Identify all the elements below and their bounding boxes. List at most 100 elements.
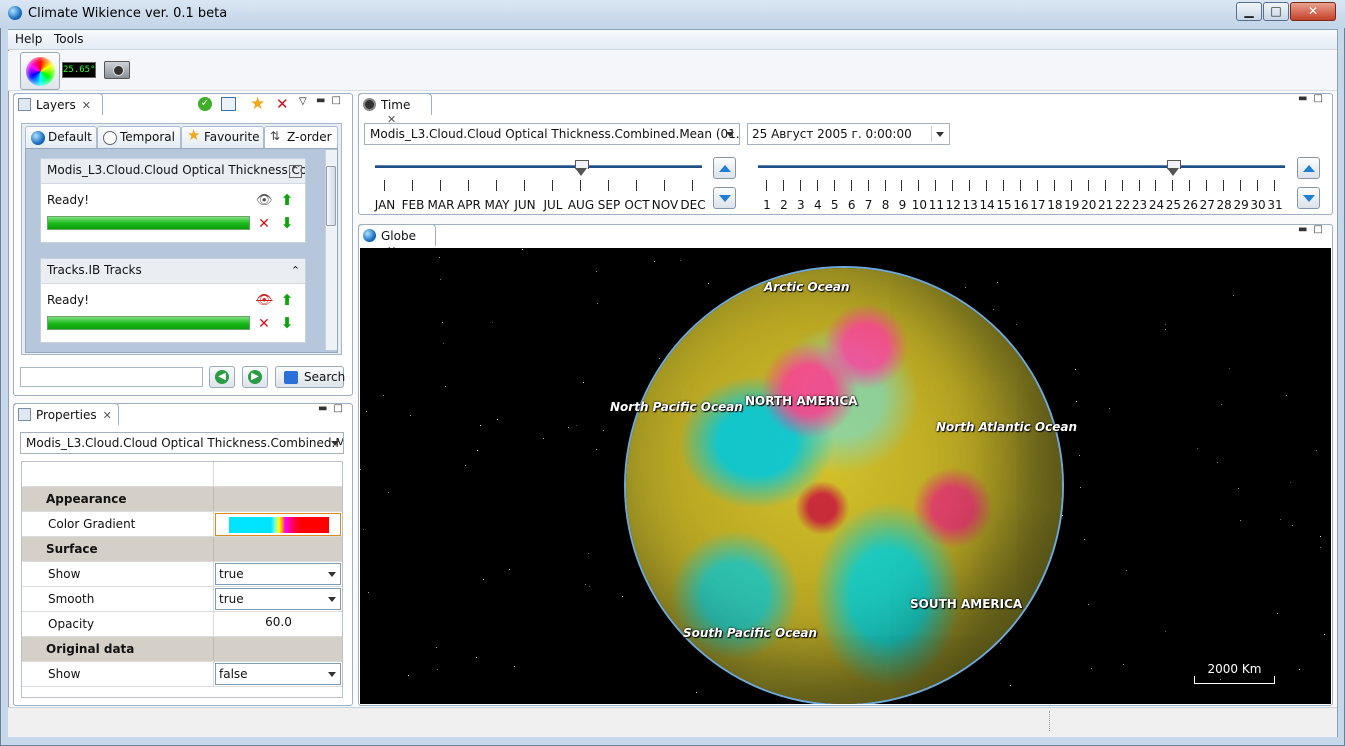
remove-layer-icon[interactable]: ✕ xyxy=(257,217,271,232)
menu-help[interactable]: Help xyxy=(15,32,42,46)
month-slider-track[interactable] xyxy=(375,165,702,168)
remove-layer-icon[interactable]: ✕ xyxy=(257,317,271,332)
star xyxy=(603,430,604,431)
star xyxy=(522,249,523,250)
category-label: Surface xyxy=(22,537,214,561)
back-button[interactable]: ◀ xyxy=(209,366,235,388)
chevron-down-icon xyxy=(328,597,336,602)
star xyxy=(1165,329,1166,330)
camera-icon[interactable] xyxy=(104,61,130,79)
original-show-select[interactable]: false xyxy=(215,663,341,685)
month-tick xyxy=(412,180,413,191)
collapse-icon[interactable]: ⌃ xyxy=(289,265,302,278)
star-icon[interactable]: ★ xyxy=(250,94,265,114)
properties-tab[interactable]: Properties ✕ xyxy=(13,403,119,425)
month-slider-thumb[interactable] xyxy=(575,160,589,177)
day-slider-thumb[interactable] xyxy=(1167,160,1182,177)
month-up-button[interactable] xyxy=(713,157,736,179)
view-menu-icon[interactable]: ▽ xyxy=(299,96,307,107)
forward-button[interactable]: ▶ xyxy=(242,366,268,388)
day-up-button[interactable] xyxy=(1297,157,1320,179)
star xyxy=(997,282,998,283)
close-icon[interactable]: ✕ xyxy=(82,99,91,112)
star xyxy=(363,529,364,530)
opacity-value[interactable]: 60.0 xyxy=(215,612,342,636)
star-icon: ★ xyxy=(187,126,201,144)
tab-temporal-label: Temporal xyxy=(120,130,175,144)
scale-bar xyxy=(1194,676,1275,684)
time-tab[interactable]: Time✕ xyxy=(358,93,432,126)
menu-bar: Help Tools xyxy=(8,30,1337,50)
star xyxy=(410,415,411,416)
month-tick xyxy=(664,180,665,191)
move-down-icon[interactable]: ⬇ xyxy=(280,316,294,331)
scrollbar-thumb[interactable] xyxy=(326,166,336,226)
move-up-icon[interactable]: ⬆ xyxy=(280,193,294,208)
month-label: JUL xyxy=(543,198,563,212)
chevron-down-icon xyxy=(328,672,336,677)
globe-viewport[interactable]: Arctic Ocean NORTH AMERICA North Pacific… xyxy=(360,248,1331,704)
time-layer-select[interactable]: Modis_L3.Cloud.Cloud Optical Thickness.C… xyxy=(364,123,740,145)
label-arctic-ocean: Arctic Ocean xyxy=(764,280,850,294)
chevron-down-icon xyxy=(331,441,339,446)
month-tick xyxy=(440,180,441,191)
minimize-button[interactable]: ▁ xyxy=(1236,2,1262,21)
panel-minmax-icon[interactable]: ▬□ xyxy=(316,95,347,106)
search-icon xyxy=(284,371,298,384)
temperature-display[interactable]: 25.65° xyxy=(62,62,96,78)
chevron-down-icon xyxy=(328,572,336,577)
panel-minmax-icon[interactable]: ▬□ xyxy=(1298,224,1329,235)
app-globe-icon xyxy=(8,6,22,20)
day-down-button[interactable] xyxy=(1297,187,1320,209)
date-select[interactable]: 25 Август 2005 г. 0:00:00 xyxy=(747,123,950,145)
layer-status: Ready! xyxy=(47,293,90,307)
close-window-button[interactable]: ✕ xyxy=(1290,2,1336,21)
star xyxy=(622,596,623,597)
month-label: AUG xyxy=(567,198,595,212)
check-icon[interactable]: ✓ xyxy=(198,97,212,111)
day-tick xyxy=(782,180,784,191)
star xyxy=(1016,324,1017,325)
tab-favourite[interactable]: ★ Favourite xyxy=(181,126,264,148)
delete-icon[interactable]: ✕ xyxy=(276,95,289,113)
smooth-select[interactable]: true xyxy=(215,588,341,610)
day-tick xyxy=(766,180,767,191)
arrow-up-icon xyxy=(719,165,731,172)
month-label: SEP xyxy=(597,198,621,212)
search-input[interactable] xyxy=(20,367,203,387)
tab-temporal[interactable]: Temporal xyxy=(97,126,181,148)
tab-default[interactable]: Default xyxy=(25,126,97,148)
sort-icon: ⇅ xyxy=(270,129,281,143)
star xyxy=(443,343,444,344)
day-tick xyxy=(969,180,971,191)
collapse-icon[interactable]: ⌃ xyxy=(289,165,302,178)
eye-hidden-icon[interactable]: 👁 xyxy=(256,294,273,309)
list-icon[interactable] xyxy=(221,97,236,111)
panel-minmax-icon[interactable]: ▬□ xyxy=(318,403,349,414)
menu-tools[interactable]: Tools xyxy=(54,32,84,46)
layers-tab[interactable]: Layers ✕ xyxy=(13,93,103,115)
star xyxy=(388,492,389,493)
close-icon[interactable]: ✕ xyxy=(103,409,112,422)
search-button[interactable]: Search xyxy=(275,366,346,388)
header-cell xyxy=(22,462,214,486)
color-wheel-button[interactable] xyxy=(20,52,60,90)
day-tick xyxy=(1121,180,1123,191)
eye-icon[interactable]: 👁 xyxy=(256,194,273,209)
move-up-icon[interactable]: ⬆ xyxy=(280,293,294,308)
show-select[interactable]: true xyxy=(215,563,341,585)
move-down-icon[interactable]: ⬇ xyxy=(280,216,294,231)
month-down-button[interactable] xyxy=(713,187,736,209)
day-slider-track[interactable] xyxy=(758,165,1285,168)
search-button-label: Search xyxy=(304,370,346,384)
star xyxy=(440,279,441,280)
maximize-button[interactable]: □ xyxy=(1263,2,1289,21)
star xyxy=(588,553,589,554)
panel-minmax-icon[interactable]: ▬□ xyxy=(1298,93,1329,104)
star xyxy=(1292,525,1293,526)
tab-z-order[interactable]: ⇅ Z-order xyxy=(264,126,338,148)
layer-select[interactable]: Modis_L3.Cloud.Cloud Optical Thickness.C… xyxy=(20,432,344,454)
table-row: Show true xyxy=(22,562,342,587)
color-gradient-swatch[interactable] xyxy=(215,513,341,536)
globe-tab[interactable]: Globe✕ xyxy=(358,224,436,257)
